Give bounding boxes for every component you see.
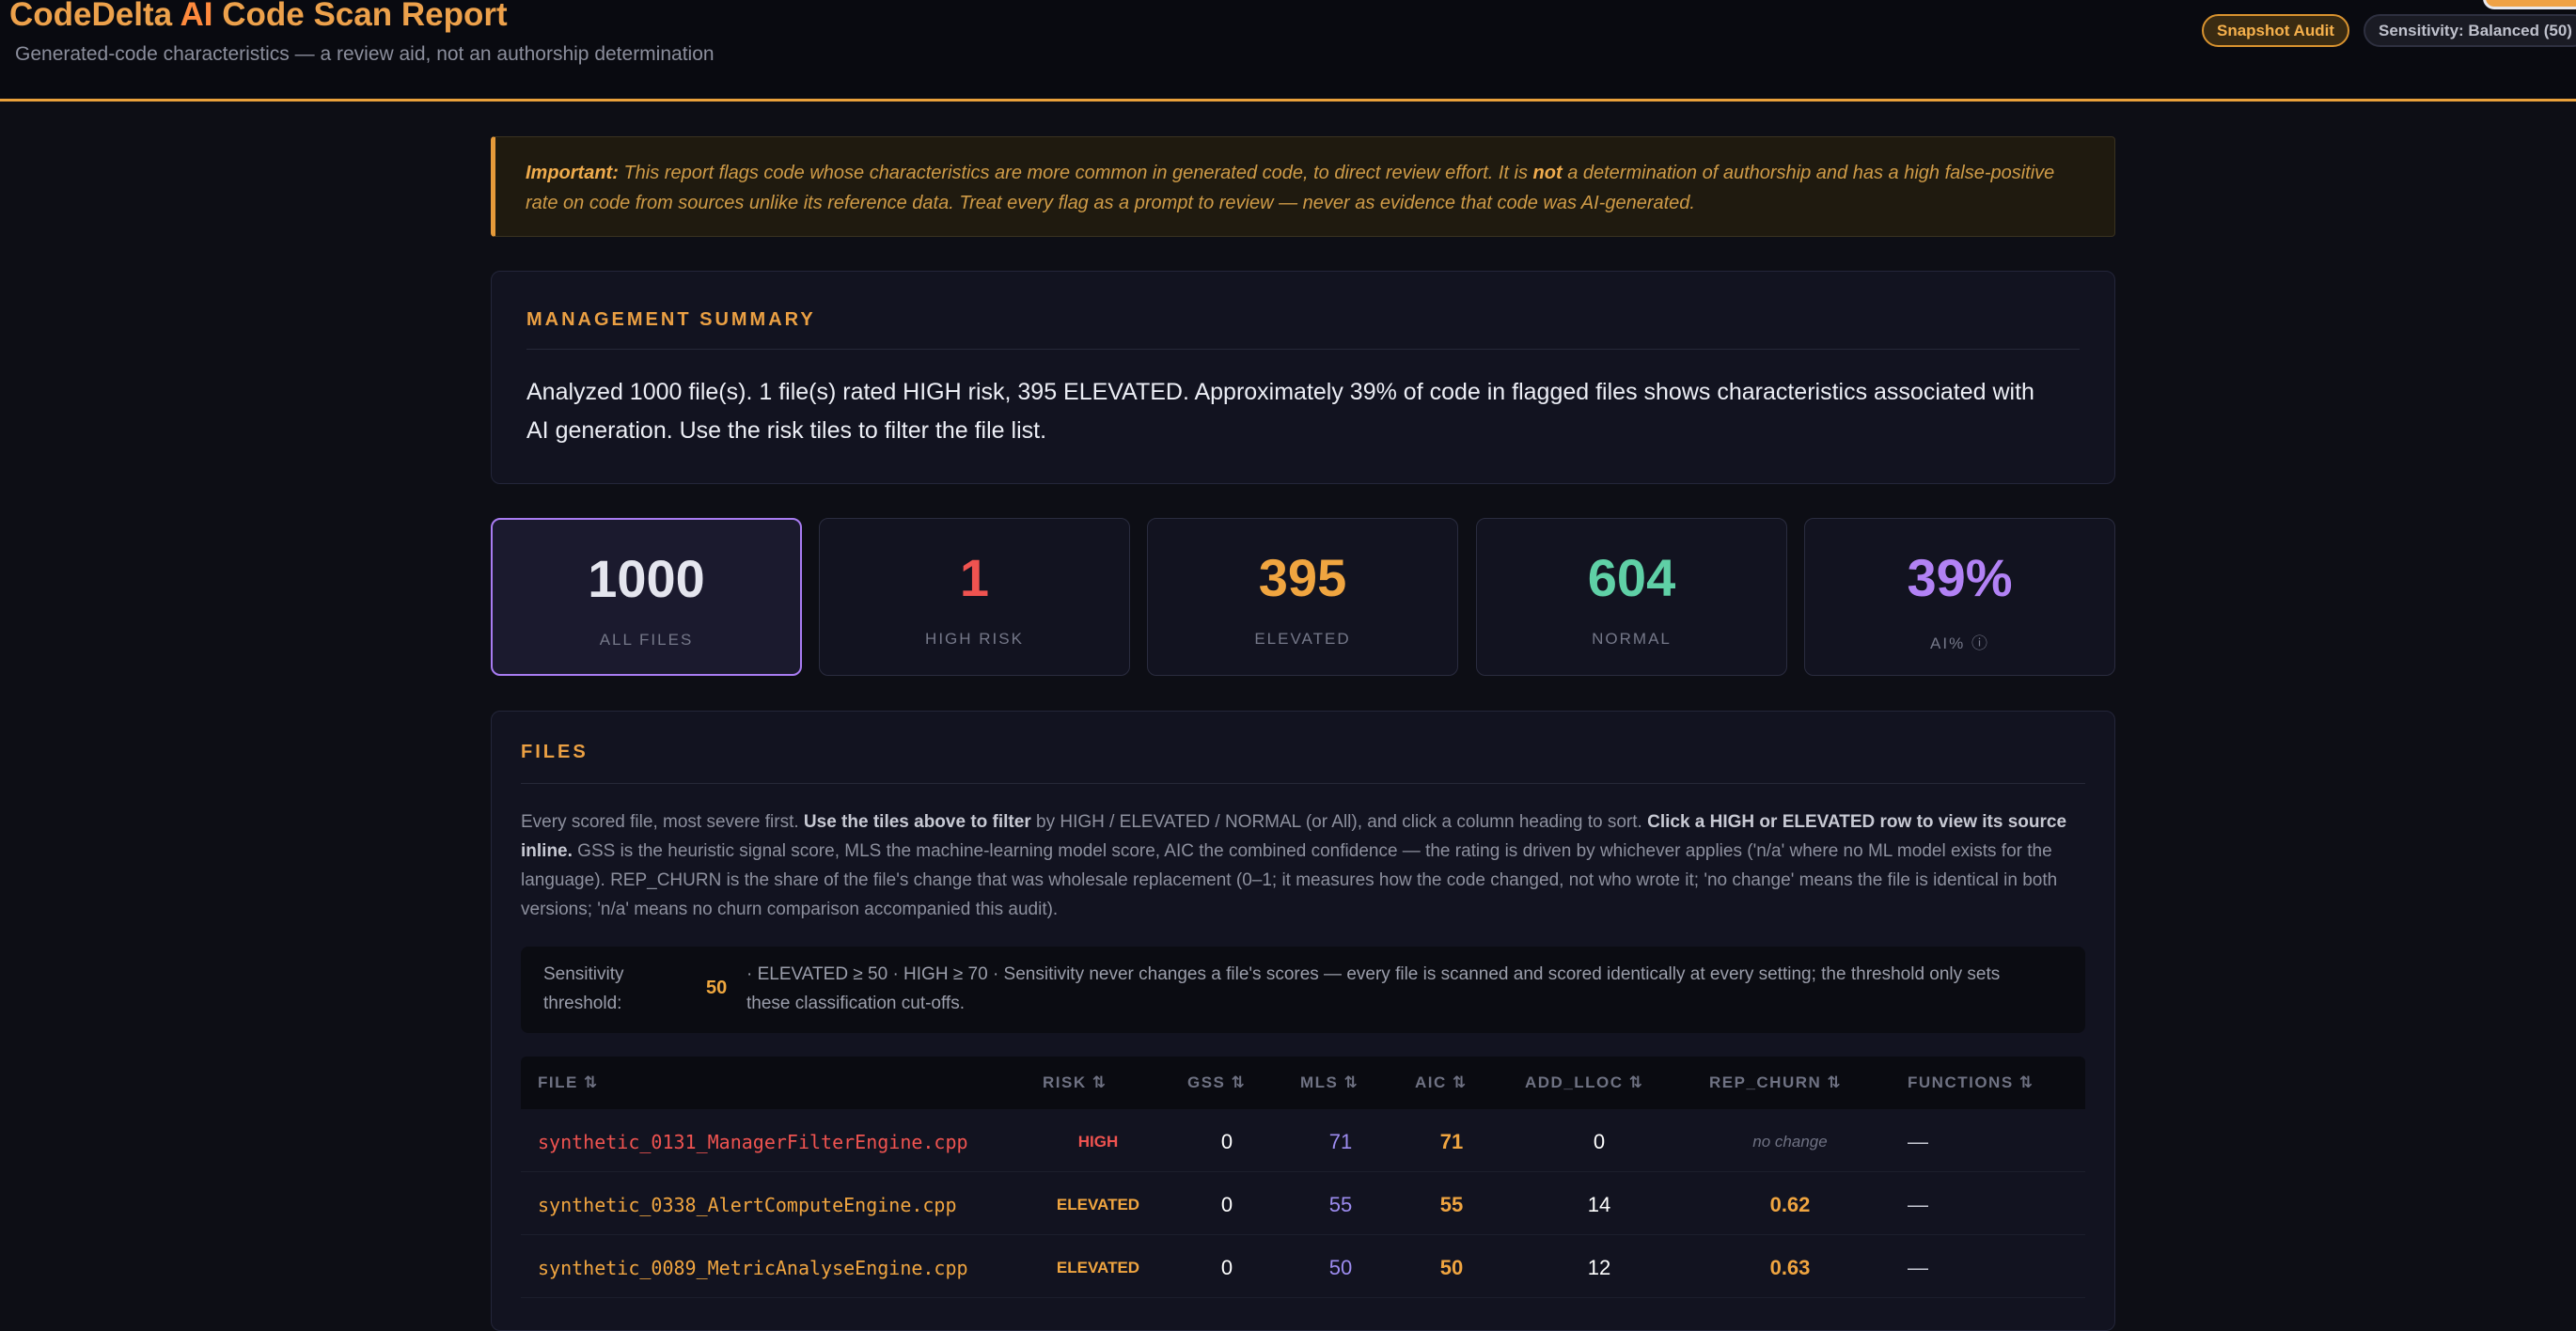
tile-label: NORMAL <box>1592 630 1672 648</box>
file-name: synthetic_0089_MetricAnalyseEngine.cpp <box>538 1257 968 1279</box>
gss-value: 0 <box>1220 1130 1233 1153</box>
mls-value: 71 <box>1328 1130 1353 1153</box>
file-name: synthetic_0338_AlertComputeEngine.cpp <box>538 1194 957 1216</box>
notice-lead: Important: <box>526 163 619 183</box>
risk-badge: ELEVATED <box>1056 1259 1140 1276</box>
column-header-risk[interactable]: RISK ⇅ <box>1043 1073 1107 1092</box>
functions-value: — <box>1908 1193 1928 1216</box>
tile-label: AI% ⓘ <box>1930 634 1989 652</box>
files-divider <box>521 783 2085 784</box>
tile-normal[interactable]: 604 NORMAL <box>1476 518 1787 676</box>
title-ai-accent: AI <box>180 0 213 33</box>
notice-emphasis: not <box>1532 163 1563 183</box>
tile-label: ELEVATED <box>1254 630 1351 648</box>
tile-all-files[interactable]: 1000 ALL FILES <box>491 518 802 676</box>
top-header: CodeDelta AI Code Scan Report Generated-… <box>0 0 2576 102</box>
mls-value: 50 <box>1328 1256 1353 1279</box>
app-subtitle: Generated-code characteristics — a revie… <box>15 43 715 65</box>
threshold-label: Sensitivity threshold: <box>543 964 624 1013</box>
desc-part: GSS is the heuristic signal score, MLS t… <box>521 841 2058 919</box>
tile-value: 1000 <box>588 549 705 608</box>
table-row[interactable]: synthetic_0338_AlertComputeEngine.cpp EL… <box>521 1172 2085 1235</box>
tile-value: 604 <box>1587 548 1676 607</box>
title-prefix: CodeDelta <box>9 0 181 33</box>
gss-value: 0 <box>1220 1193 1233 1216</box>
rep-churn-value: no change <box>1752 1133 1828 1151</box>
table-row[interactable]: synthetic_0131_ManagerFilterEngine.cpp H… <box>521 1109 2085 1172</box>
snapshot-audit-badge: Snapshot Audit <box>2202 14 2349 47</box>
desc-bold: Use the tiles above to filter <box>803 812 1031 832</box>
column-header-gss[interactable]: GSS ⇅ <box>1187 1073 1246 1092</box>
table-header: FILE ⇅ RISK ⇅ GSS ⇅ MLS ⇅ AIC ⇅ ADD_LLOC… <box>521 1057 2085 1109</box>
tile-elevated[interactable]: 395 ELEVATED <box>1147 518 1458 676</box>
aic-value: 50 <box>1439 1256 1464 1279</box>
tile-value: 395 <box>1258 548 1347 607</box>
summary-divider <box>526 349 2080 350</box>
add-lloc-value: 0 <box>1593 1130 1606 1153</box>
mls-value: 55 <box>1328 1193 1353 1216</box>
add-lloc-value: 12 <box>1587 1256 1611 1279</box>
corner-action-button[interactable] <box>2483 0 2576 9</box>
tile-value: 1 <box>959 548 990 607</box>
rep-churn-value: 0.63 <box>1769 1256 1811 1279</box>
files-table: FILE ⇅ RISK ⇅ GSS ⇅ MLS ⇅ AIC ⇅ ADD_LLOC… <box>521 1057 2085 1298</box>
threshold-text: · ELEVATED ≥ 50 · HIGH ≥ 70 · Sensitivit… <box>746 964 2001 1013</box>
files-heading: FILES <box>521 742 589 762</box>
column-header-mls[interactable]: MLS ⇅ <box>1300 1073 1359 1092</box>
app-title: CodeDelta AI Code Scan Report <box>9 0 508 34</box>
rep-churn-value: 0.62 <box>1769 1193 1811 1216</box>
summary-text: Analyzed 1000 file(s). 1 file(s) rated H… <box>526 379 2034 444</box>
tile-value: 39% <box>1907 548 2013 607</box>
column-header-add-lloc[interactable]: ADD_LLOC ⇅ <box>1525 1073 1644 1092</box>
management-summary-card: MANAGEMENT SUMMARY Analyzed 1000 file(s)… <box>491 271 2115 484</box>
risk-badge: HIGH <box>1077 1133 1119 1151</box>
aic-value: 71 <box>1439 1130 1464 1153</box>
file-name: synthetic_0131_ManagerFilterEngine.cpp <box>538 1131 968 1153</box>
files-card: FILES Every scored file, most severe fir… <box>491 711 2115 1331</box>
risk-badge: ELEVATED <box>1056 1196 1140 1214</box>
tile-ai-percent[interactable]: 39% AI% ⓘ <box>1804 518 2115 676</box>
column-header-file[interactable]: FILE ⇅ <box>538 1073 599 1092</box>
desc-part: by HIGH / ELEVATED / NORMAL (or All), an… <box>1030 812 1648 832</box>
title-suffix: Code Scan Report <box>212 0 508 33</box>
functions-value: — <box>1908 1256 1928 1279</box>
functions-value: — <box>1908 1130 1928 1153</box>
column-header-rep-churn[interactable]: REP_CHURN ⇅ <box>1709 1073 1842 1092</box>
add-lloc-value: 14 <box>1587 1193 1611 1216</box>
column-header-aic[interactable]: AIC ⇅ <box>1415 1073 1468 1092</box>
tile-high-risk[interactable]: 1 HIGH RISK <box>819 518 1130 676</box>
desc-part: Every scored file, most severe first. <box>521 812 804 832</box>
tile-label: ALL FILES <box>599 631 694 649</box>
notice-text-1: This report flags code whose characteris… <box>618 163 1533 183</box>
sensitivity-threshold-box: Sensitivity threshold: 50 · ELEVATED ≥ 5… <box>521 947 2085 1033</box>
files-description: Every scored file, most severe first. Us… <box>521 807 2077 924</box>
tile-label: HIGH RISK <box>925 630 1024 648</box>
sensitivity-badge[interactable]: Sensitivity: Balanced (50) <box>2364 14 2576 47</box>
important-notice: Important: This report flags code whose … <box>491 136 2115 237</box>
threshold-value: 50 <box>706 978 728 998</box>
aic-value: 55 <box>1439 1193 1464 1216</box>
gss-value: 0 <box>1220 1256 1233 1279</box>
table-row[interactable]: synthetic_0089_MetricAnalyseEngine.cpp E… <box>521 1235 2085 1298</box>
summary-heading: MANAGEMENT SUMMARY <box>526 309 816 330</box>
column-header-functions[interactable]: FUNCTIONS ⇅ <box>1908 1073 2034 1092</box>
